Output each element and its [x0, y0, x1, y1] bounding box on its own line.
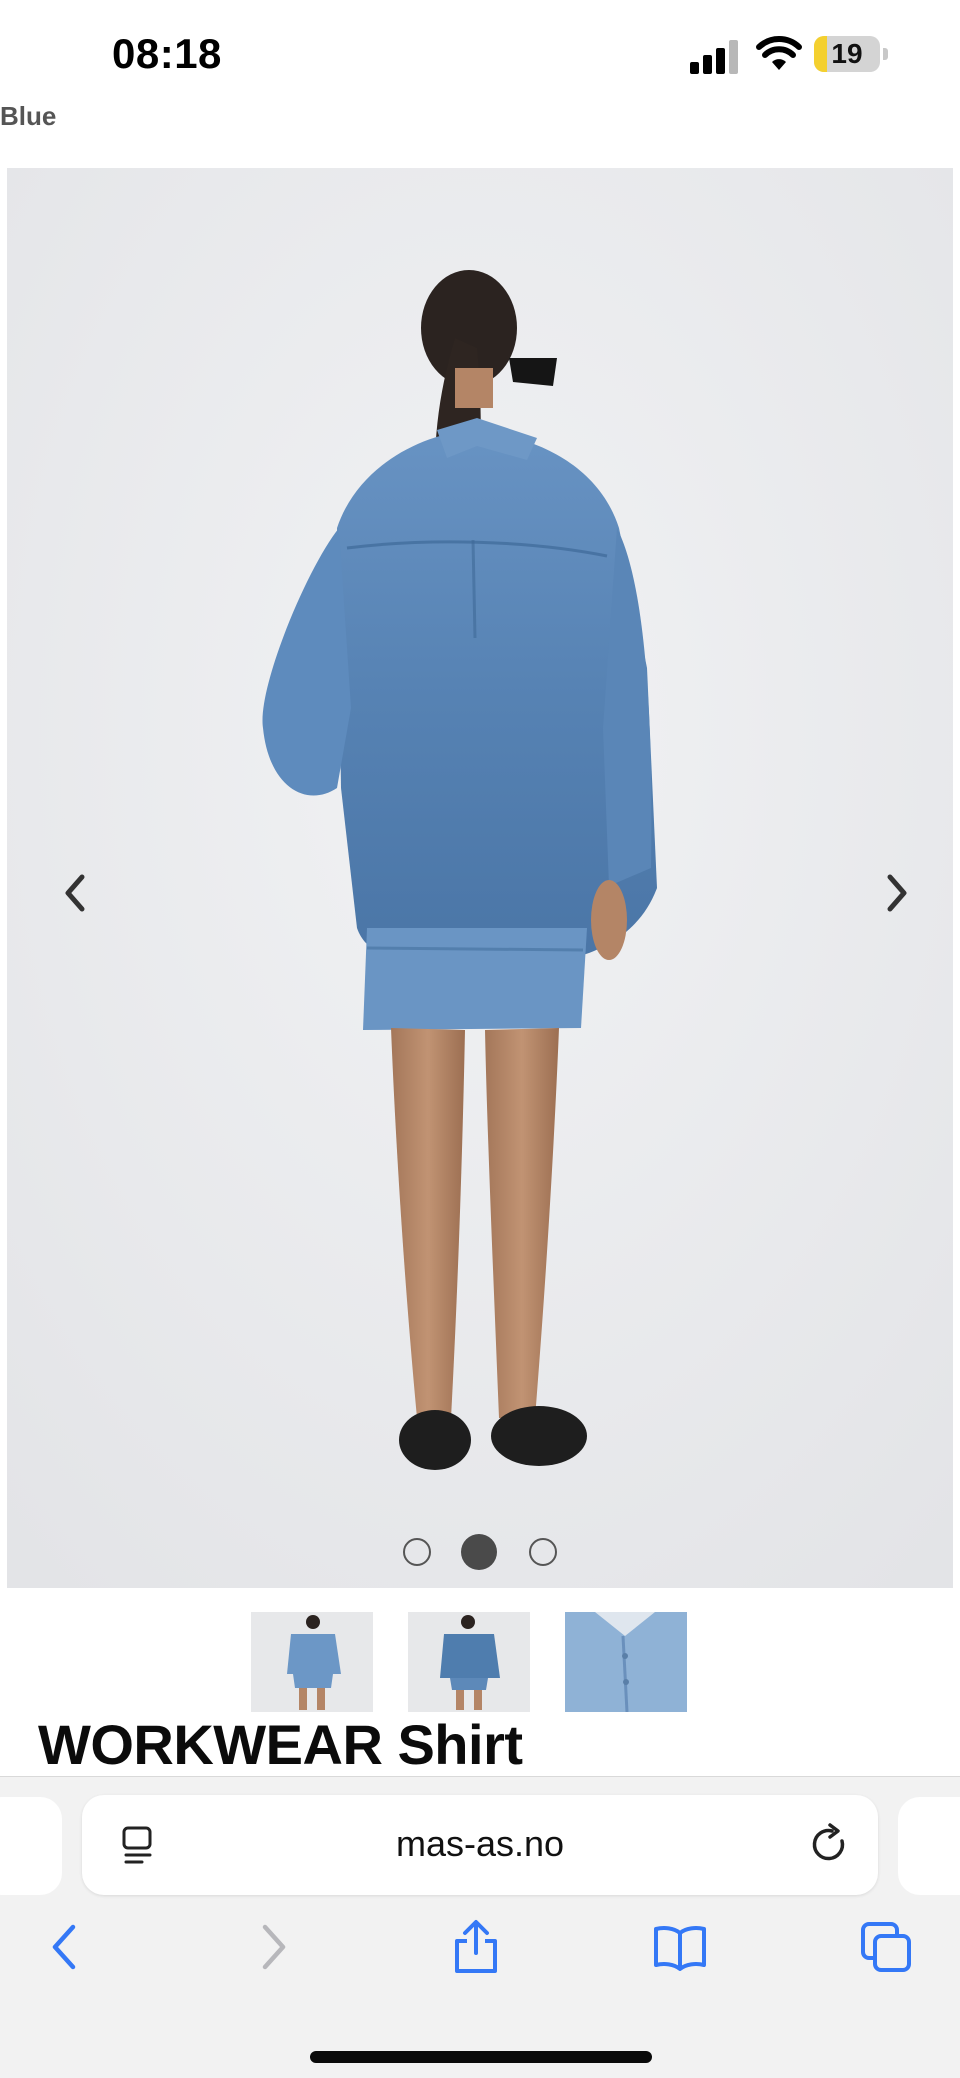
gallery-pagination [7, 1534, 953, 1578]
cellular-signal-icon [690, 40, 738, 74]
back-icon [52, 1924, 76, 1970]
address-bar[interactable]: mas-as.no [82, 1795, 878, 1895]
home-indicator [310, 2051, 652, 2063]
share-icon [455, 1920, 497, 1973]
bookmarks-button[interactable] [650, 1917, 710, 1977]
product-photo-back-view [7, 168, 953, 1588]
previous-tab-preview[interactable] [0, 1797, 62, 1895]
forward-icon [262, 1924, 286, 1970]
status-time: 08:18 [112, 30, 222, 77]
gallery-dot-1[interactable] [403, 1538, 431, 1566]
next-tab-preview[interactable] [898, 1797, 960, 1895]
thumbnail-front-view[interactable] [251, 1612, 373, 1712]
tabs-button[interactable] [856, 1917, 916, 1977]
product-title: WORKWEAR Shirt [38, 1713, 523, 1776]
reload-icon[interactable] [808, 1823, 852, 1867]
thumbnail-detail-image [565, 1612, 687, 1712]
browser-toolbar [0, 1917, 960, 1997]
status-bar: 08:18 19 [0, 0, 960, 110]
share-button[interactable] [446, 1917, 506, 1977]
chevron-right-icon [887, 874, 907, 912]
color-label: Blue [0, 101, 57, 131]
thumbnail-back-image [408, 1612, 530, 1712]
gallery-dot-2[interactable] [461, 1534, 497, 1570]
thumbnail-front-image [251, 1612, 373, 1712]
thumbnail-detail-view[interactable] [565, 1612, 687, 1712]
battery-icon: 19 [814, 36, 888, 74]
tabs-icon [861, 1922, 911, 1972]
battery-level: 19 [831, 38, 863, 69]
gallery-dot-3[interactable] [529, 1538, 557, 1566]
bookmarks-icon [654, 1926, 706, 1971]
back-button[interactable] [34, 1917, 94, 1977]
gallery-next-button[interactable] [869, 858, 925, 928]
wifi-icon [756, 36, 802, 70]
chevron-left-icon [65, 874, 85, 912]
gallery-prev-button[interactable] [47, 858, 103, 928]
thumbnail-back-view[interactable] [408, 1612, 530, 1712]
product-image-gallery[interactable] [7, 168, 953, 1588]
url-text: mas-as.no [395, 1823, 565, 1864]
browser-chrome: mas-as.no [0, 1776, 960, 2078]
forward-button[interactable] [244, 1917, 304, 1977]
